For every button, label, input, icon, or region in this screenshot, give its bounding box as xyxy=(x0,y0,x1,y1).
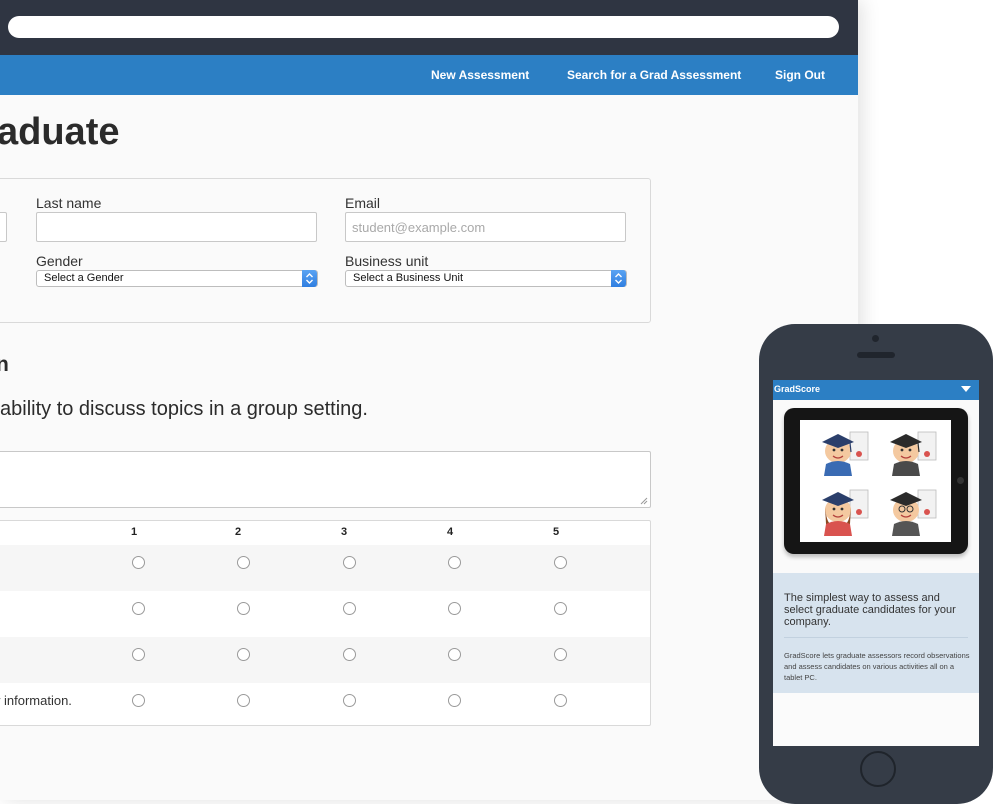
graduate-details-panel: Last name Email Gender Select a Gender B… xyxy=(0,178,651,323)
rating-radio[interactable] xyxy=(554,648,567,661)
business-unit-select-value: Select a Business Unit xyxy=(353,272,464,284)
rating-column-header: 5 xyxy=(553,526,560,538)
rating-column-header: 4 xyxy=(447,526,454,538)
select-arrows-icon xyxy=(302,270,317,287)
rating-radio[interactable] xyxy=(343,556,356,569)
app-name: GradScore xyxy=(774,384,821,394)
rating-radio[interactable] xyxy=(132,694,145,707)
rating-radio[interactable] xyxy=(343,602,356,615)
gender-select[interactable]: Select a Gender xyxy=(36,270,318,287)
email-field[interactable] xyxy=(345,212,626,242)
gender-select-value: Select a Gender xyxy=(44,272,124,284)
menu-caret-icon[interactable] xyxy=(961,386,971,392)
rating-radio[interactable] xyxy=(554,694,567,707)
phone-screen: GradScore The simplest way to assess and… xyxy=(773,380,979,746)
rating-radio[interactable] xyxy=(132,602,145,615)
nav-sign-out[interactable]: Sign Out xyxy=(775,68,825,82)
table-row: w information. xyxy=(0,683,650,729)
graduates-illustration xyxy=(822,431,937,536)
screen-footer-area xyxy=(773,693,979,746)
question-text: ability to discuss topics in a group set… xyxy=(0,398,368,420)
tablet-home-button xyxy=(957,477,964,484)
comments-textarea[interactable] xyxy=(0,451,651,508)
rating-radio[interactable] xyxy=(343,694,356,707)
rating-column-header: 3 xyxy=(341,526,348,538)
rating-table: 1 2 3 4 5 information. xyxy=(0,520,651,726)
rating-radio[interactable] xyxy=(343,648,356,661)
mobile-app-bar: GradScore xyxy=(773,380,979,400)
browser-window: New Assessment Search for a Grad Assessm… xyxy=(0,0,858,800)
rating-radio[interactable] xyxy=(237,602,250,615)
promo-headline: The simplest way to assess and select gr… xyxy=(784,592,956,628)
rating-radio[interactable] xyxy=(448,648,461,661)
table-row xyxy=(0,637,650,683)
gender-label: Gender xyxy=(36,253,83,269)
rating-radio[interactable] xyxy=(448,694,461,707)
nav-search-grad-assessment[interactable]: Search for a Grad Assessment xyxy=(567,68,741,82)
first-name-field[interactable] xyxy=(0,212,7,242)
rating-column-header: 1 xyxy=(131,526,138,538)
browser-chrome xyxy=(0,0,858,55)
rating-radio[interactable] xyxy=(237,556,250,569)
rating-column-header: 2 xyxy=(235,526,242,538)
rating-radio[interactable] xyxy=(132,648,145,661)
select-arrows-icon xyxy=(611,270,626,287)
phone-speaker xyxy=(857,352,895,358)
resize-grip-icon[interactable] xyxy=(640,497,648,505)
nav-new-assessment[interactable]: New Assessment xyxy=(431,68,529,82)
promo-body-text: GradScore lets graduate assessors record… xyxy=(784,651,970,682)
tablet-image xyxy=(784,408,968,554)
top-navbar: New Assessment Search for a Grad Assessm… xyxy=(0,55,858,95)
phone-camera xyxy=(872,335,879,342)
email-label: Email xyxy=(345,195,381,211)
page-title: aduate xyxy=(0,111,120,153)
rating-radio[interactable] xyxy=(448,556,461,569)
business-unit-label: Business unit xyxy=(345,253,429,269)
phone-device: GradScore The simplest way to assess and… xyxy=(759,324,993,804)
table-row xyxy=(0,591,650,637)
promo-divider xyxy=(784,637,968,638)
rating-radio[interactable] xyxy=(554,556,567,569)
promo-section: The simplest way to assess and select gr… xyxy=(773,573,979,693)
criterion-label: w information. xyxy=(0,693,72,708)
rating-radio[interactable] xyxy=(132,556,145,569)
section-heading: n xyxy=(0,353,9,376)
rating-table-header: 1 2 3 4 5 xyxy=(0,521,650,545)
rating-radio[interactable] xyxy=(448,602,461,615)
rating-radio[interactable] xyxy=(237,648,250,661)
last-name-field[interactable] xyxy=(36,212,317,242)
hero-illustration xyxy=(773,400,979,573)
table-row xyxy=(0,545,650,591)
last-name-label: Last name xyxy=(36,195,102,211)
rating-radio[interactable] xyxy=(554,602,567,615)
rating-radio[interactable] xyxy=(237,694,250,707)
business-unit-select[interactable]: Select a Business Unit xyxy=(345,270,627,287)
phone-home-button[interactable] xyxy=(860,751,896,787)
tablet-screen xyxy=(800,420,951,542)
address-bar[interactable] xyxy=(8,16,839,38)
